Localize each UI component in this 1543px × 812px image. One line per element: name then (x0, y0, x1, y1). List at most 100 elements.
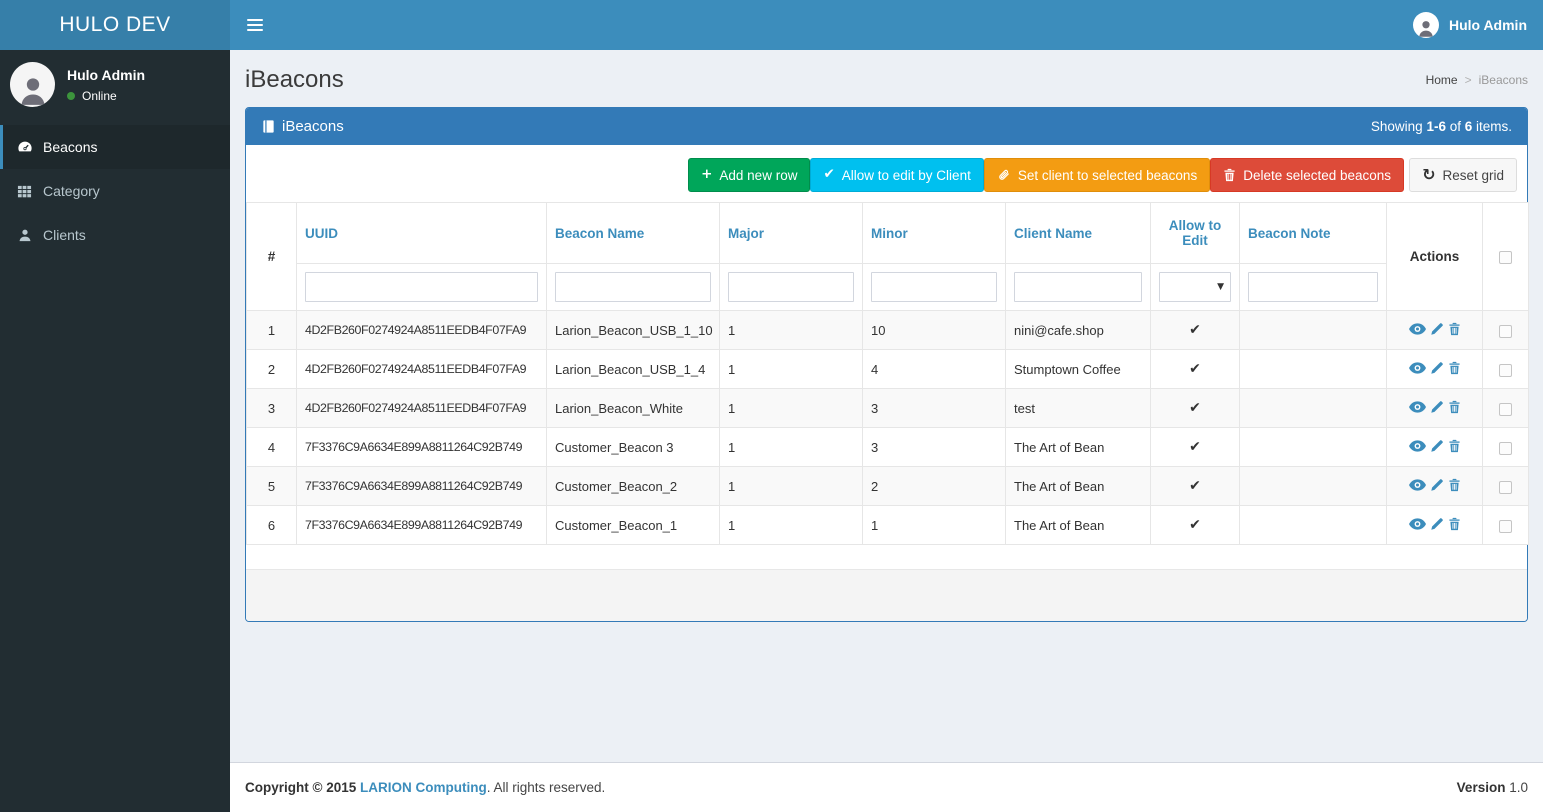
col-header-allow-to-edit[interactable]: Allow to Edit (1151, 203, 1240, 264)
view-icon[interactable] (1409, 479, 1426, 491)
col-header-beacon-name[interactable]: Beacon Name (547, 203, 720, 264)
reset-grid-button[interactable]: ↻ Reset grid (1409, 158, 1517, 192)
select-all-checkbox[interactable] (1499, 251, 1512, 264)
breadcrumb-home-link[interactable]: Home (1426, 73, 1458, 87)
panel-heading: iBeacons Showing 1-6 of 6 items. (246, 108, 1527, 145)
sidebar-item-clients[interactable]: Clients (0, 213, 230, 257)
minor-filter-input[interactable] (871, 272, 997, 302)
sidebar-item-beacons[interactable]: Beacons (0, 125, 230, 169)
allow-to-edit-check-icon: ✔ (1151, 506, 1240, 545)
major-cell: 1 (720, 389, 863, 428)
col-header-minor[interactable]: Minor (863, 203, 1006, 264)
app-logo[interactable]: HULO DEV (0, 0, 230, 50)
breadcrumb: Home > iBeacons (1426, 73, 1528, 87)
beacon-note-cell (1240, 467, 1387, 506)
grid-toolbar: + Add new row ✔ Allow to edit by Client … (246, 145, 1527, 202)
hamburger-icon[interactable] (230, 0, 280, 50)
avatar (10, 62, 55, 107)
delete-icon[interactable] (1448, 478, 1461, 492)
sidebar-user-panel: Hulo Admin Online (0, 50, 230, 121)
view-icon[interactable] (1409, 518, 1426, 530)
minor-cell: 3 (863, 428, 1006, 467)
row-checkbox[interactable] (1499, 325, 1512, 338)
row-index: 2 (247, 350, 297, 389)
set-client-button[interactable]: Set client to selected beacons (984, 158, 1210, 192)
col-header-select-all (1483, 203, 1529, 311)
view-icon[interactable] (1409, 362, 1426, 374)
uuid-cell: 4D2FB260F0274924A8511EEDB4F07FA9 (297, 350, 547, 389)
top-navbar: Hulo Admin (230, 0, 1543, 50)
navbar-user-menu[interactable]: Hulo Admin (1397, 0, 1543, 50)
row-checkbox[interactable] (1499, 481, 1512, 494)
actions-cell (1387, 428, 1483, 467)
filter-row: ▼ (247, 264, 1529, 311)
client-name-cell: test (1006, 389, 1151, 428)
delete-selected-button[interactable]: Delete selected beacons (1210, 158, 1404, 192)
major-filter-input[interactable] (728, 272, 854, 302)
edit-icon[interactable] (1430, 400, 1444, 414)
delete-icon[interactable] (1448, 517, 1461, 531)
edit-icon[interactable] (1430, 439, 1444, 453)
company-link[interactable]: LARION Computing (360, 780, 487, 795)
user-icon (16, 228, 33, 242)
beacon-note-cell (1240, 506, 1387, 545)
row-checkbox[interactable] (1499, 442, 1512, 455)
delete-icon[interactable] (1448, 322, 1461, 336)
beacon-note-filter-input[interactable] (1248, 272, 1378, 302)
items-summary: Showing 1-6 of 6 items. (1371, 119, 1512, 134)
table-row: 3 4D2FB260F0274924A8511EEDB4F07FA9 Lario… (247, 389, 1529, 428)
client-name-cell: The Art of Bean (1006, 467, 1151, 506)
delete-icon[interactable] (1448, 439, 1461, 453)
uuid-cell: 7F3376C9A6634E899A8811264C92B749 (297, 506, 547, 545)
col-header-uuid[interactable]: UUID (297, 203, 547, 264)
uuid-cell: 7F3376C9A6634E899A8811264C92B749 (297, 467, 547, 506)
breadcrumb-current: iBeacons (1479, 73, 1528, 87)
sidebar-user-name: Hulo Admin (67, 67, 145, 83)
minor-cell: 10 (863, 311, 1006, 350)
panel-title-text: iBeacons (282, 118, 344, 135)
view-icon[interactable] (1409, 323, 1426, 335)
allow-edit-by-client-button[interactable]: ✔ Allow to edit by Client (810, 158, 983, 192)
beacon-name-cell: Customer_Beacon 3 (547, 428, 720, 467)
allow-to-edit-filter-select[interactable]: ▼ (1159, 272, 1231, 302)
book-icon (261, 119, 276, 134)
beacon-name-filter-input[interactable] (555, 272, 711, 302)
edit-icon[interactable] (1430, 517, 1444, 531)
row-checkbox[interactable] (1499, 520, 1512, 533)
avatar (1413, 12, 1439, 38)
chevron-down-icon: ▼ (1217, 282, 1224, 292)
col-header-beacon-note[interactable]: Beacon Note (1240, 203, 1387, 264)
col-header-major[interactable]: Major (720, 203, 863, 264)
col-header-client-name[interactable]: Client Name (1006, 203, 1151, 264)
trash-icon (1223, 168, 1236, 182)
row-checkbox[interactable] (1499, 364, 1512, 377)
refresh-icon: ↻ (1422, 167, 1435, 183)
table-row: 1 4D2FB260F0274924A8511EEDB4F07FA9 Lario… (247, 311, 1529, 350)
sidebar-item-label: Category (43, 183, 100, 199)
row-index: 1 (247, 311, 297, 350)
minor-cell: 3 (863, 389, 1006, 428)
view-icon[interactable] (1409, 401, 1426, 413)
edit-icon[interactable] (1430, 322, 1444, 336)
table-row: 5 7F3376C9A6634E899A8811264C92B749 Custo… (247, 467, 1529, 506)
edit-icon[interactable] (1430, 478, 1444, 492)
uuid-filter-input[interactable] (305, 272, 538, 302)
copyright-text: Copyright © 2015 LARION Computing. All r… (245, 780, 605, 795)
table-row: 6 7F3376C9A6634E899A8811264C92B749 Custo… (247, 506, 1529, 545)
add-new-row-button[interactable]: + Add new row (688, 158, 810, 192)
row-index: 3 (247, 389, 297, 428)
sidebar-item-category[interactable]: Category (0, 169, 230, 213)
col-header-actions: Actions (1387, 203, 1483, 311)
view-icon[interactable] (1409, 440, 1426, 452)
page-title: iBeacons (245, 66, 344, 94)
page-footer: Copyright © 2015 LARION Computing. All r… (230, 762, 1543, 812)
client-name-filter-input[interactable] (1014, 272, 1142, 302)
content-area: iBeacons Home > iBeacons iBeacons (230, 50, 1543, 762)
delete-icon[interactable] (1448, 361, 1461, 375)
row-checkbox[interactable] (1499, 403, 1512, 416)
beacon-note-cell (1240, 350, 1387, 389)
allow-to-edit-check-icon: ✔ (1151, 467, 1240, 506)
client-name-cell: nini@cafe.shop (1006, 311, 1151, 350)
edit-icon[interactable] (1430, 361, 1444, 375)
delete-icon[interactable] (1448, 400, 1461, 414)
